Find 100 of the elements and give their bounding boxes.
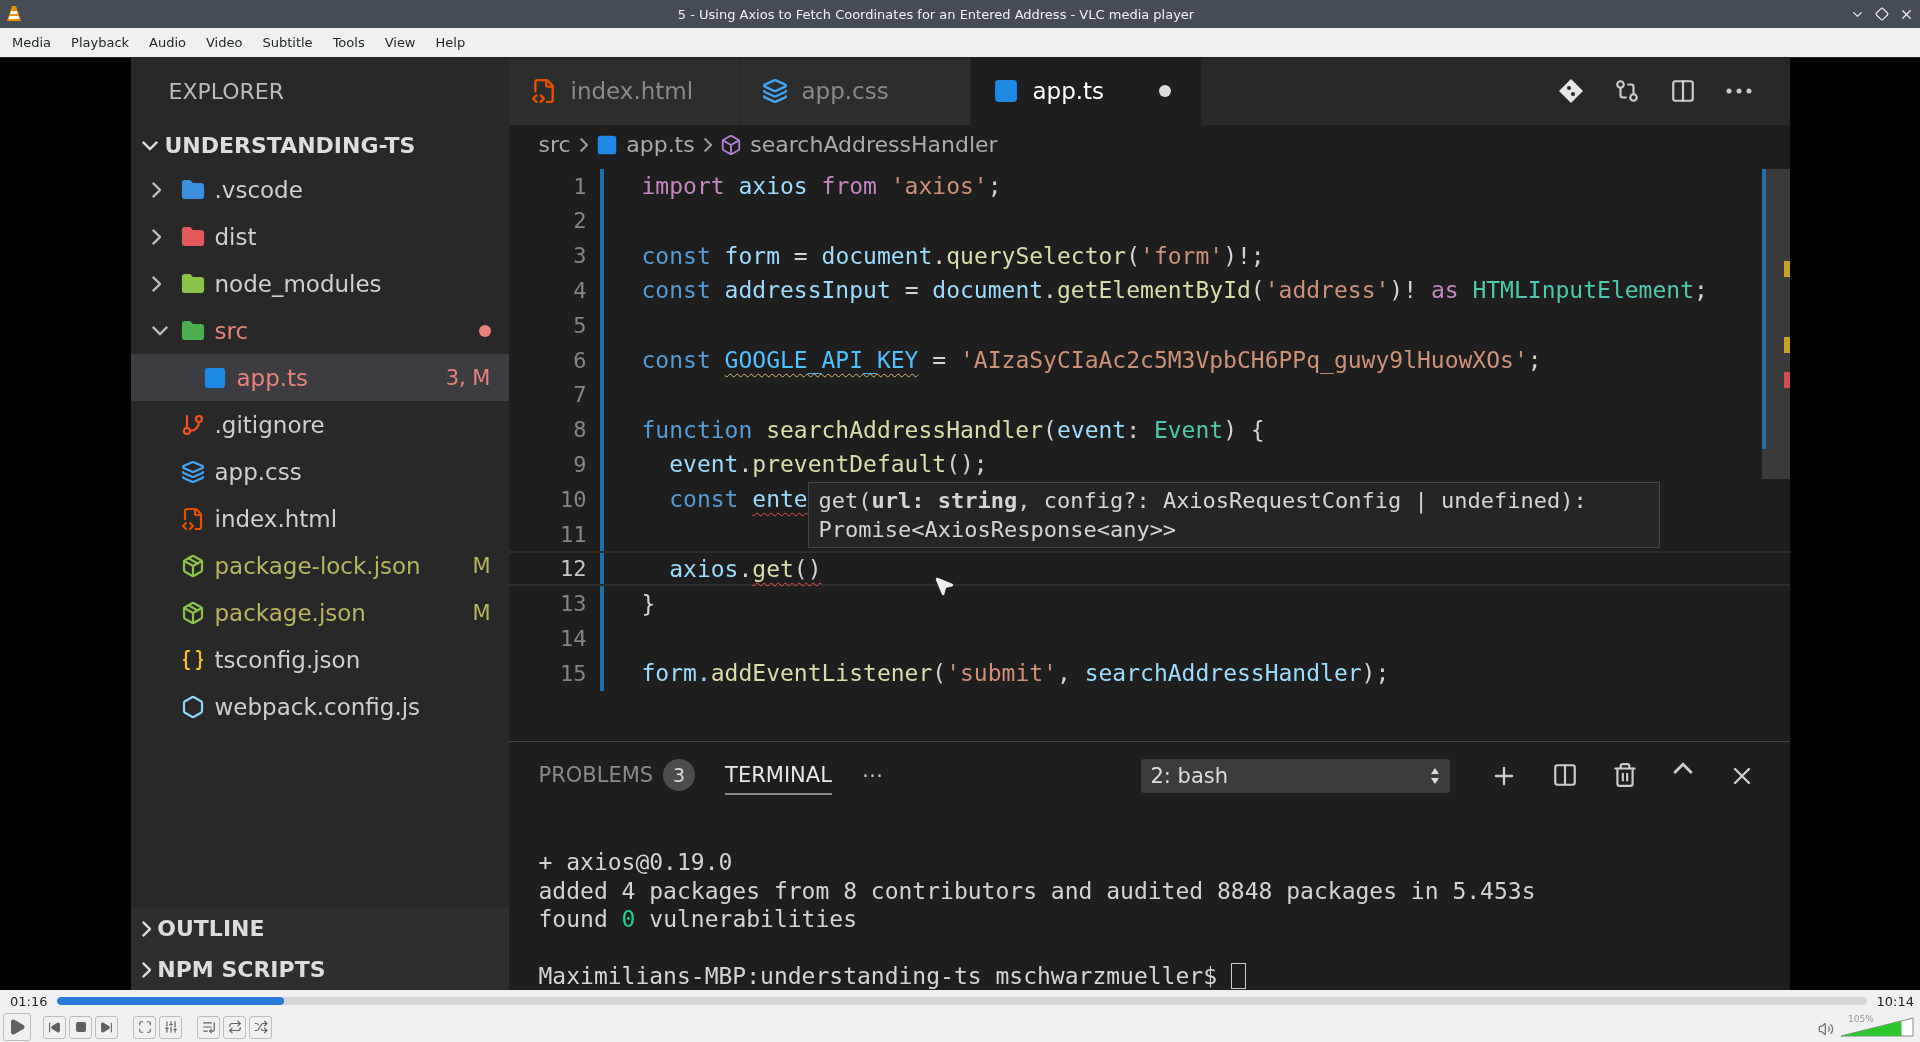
- breadcrumb-item[interactable]: searchAddressHandler: [750, 132, 998, 158]
- tree-item[interactable]: package-lock.json M: [130, 542, 509, 589]
- line-number: 9: [572, 451, 587, 477]
- editor-tab[interactable]: app.ts: [970, 58, 1202, 125]
- line-number: 8: [572, 417, 587, 443]
- chevron-right-icon: [150, 274, 162, 293]
- more-tabs[interactable]: ···: [861, 763, 883, 789]
- status-label: M: [472, 600, 491, 625]
- menu-item[interactable]: Help: [425, 28, 476, 57]
- branch-icon: [180, 412, 205, 437]
- file-code-icon: [180, 506, 205, 531]
- more-icon[interactable]: [1725, 88, 1752, 95]
- tree-item[interactable]: dist: [130, 213, 509, 260]
- settings-button[interactable]: [159, 1015, 182, 1039]
- package-icon: [180, 553, 205, 578]
- package-icon: [180, 600, 205, 625]
- explorer-title: EXPLORER: [167, 78, 285, 106]
- stop-button[interactable]: [69, 1015, 92, 1039]
- scrollbar[interactable]: [1761, 168, 1790, 479]
- editor-tab[interactable]: index.html: [508, 58, 740, 125]
- folder-icon: [180, 177, 205, 202]
- terminal-line: + axios@0.19.0: [538, 849, 733, 876]
- breadcrumb-item[interactable]: src: [538, 132, 571, 158]
- menu-item[interactable]: Media: [2, 28, 62, 57]
- line-number: 3: [572, 243, 587, 269]
- line-number: 13: [559, 591, 587, 617]
- menu-item[interactable]: Tools: [322, 28, 375, 57]
- tree-item[interactable]: index.html: [130, 495, 509, 542]
- seek-slider[interactable]: [57, 997, 1867, 1005]
- playlist-icon: [201, 1020, 216, 1034]
- panel-tab[interactable]: TERMINAL: [725, 757, 832, 795]
- terminal-line: found 0 vulnerabilities: [538, 906, 857, 933]
- menu-item[interactable]: Audio: [139, 28, 196, 57]
- terminal-prompt: Maximilians-MBP:understanding-ts mschwarzmueller$: [538, 962, 1217, 989]
- tree-item[interactable]: app.css: [130, 448, 509, 495]
- terminal-select[interactable]: 2: bash: [1140, 759, 1450, 793]
- line-number: 1: [572, 173, 587, 199]
- breadcrumb-item[interactable]: app.ts: [626, 132, 695, 158]
- line-number: 10: [559, 486, 587, 512]
- chevron-right-icon: [702, 136, 713, 153]
- count-badge: 3: [663, 759, 696, 791]
- previous-button[interactable]: [43, 1015, 66, 1039]
- chevron-right-icon: [578, 136, 589, 153]
- tree-item[interactable]: src: [130, 307, 509, 354]
- split-icon[interactable]: [1551, 762, 1578, 788]
- next-button[interactable]: [95, 1015, 118, 1039]
- volume-slider[interactable]: [1840, 1017, 1914, 1037]
- tree-item[interactable]: webpack.config.js: [130, 683, 509, 730]
- project-header[interactable]: UNDERSTANDING-TS: [130, 125, 509, 166]
- chevron-right-icon: [150, 180, 162, 199]
- window-title: 5 - Using Axios to Fetch Coordinates for an Entered Address - VLC media player: [676, 6, 1196, 22]
- loop-button[interactable]: [223, 1015, 246, 1039]
- section-title: NPM SCRIPTS: [157, 957, 326, 982]
- code-line: const GOOGLE_API_KEY = 'AIzaSyCIaAc2c5M3VpbCH6PPq_guwy9lHuowXOs';: [641, 347, 1542, 374]
- line-number: 15: [559, 660, 587, 686]
- layers-icon: [180, 459, 205, 484]
- loop-icon: [227, 1020, 242, 1034]
- line-number: 12: [559, 556, 587, 582]
- tree-item[interactable]: .gitignore: [130, 401, 509, 448]
- chevron-up-icon[interactable]: [1671, 762, 1694, 776]
- tab-label: app.ts: [1032, 78, 1106, 105]
- menu-item[interactable]: Subtitle: [252, 28, 323, 57]
- status-label: M: [472, 553, 491, 578]
- panel-tab[interactable]: PROBLEMS 3: [538, 753, 696, 799]
- menu-item[interactable]: Playback: [61, 28, 140, 57]
- file-code-icon: [530, 78, 557, 105]
- playlist-button[interactable]: [197, 1015, 220, 1039]
- next-icon: [100, 1020, 113, 1034]
- folder-icon: [180, 271, 205, 296]
- shuffle-button[interactable]: [249, 1015, 272, 1039]
- play-button[interactable]: [3, 1013, 31, 1041]
- chevron-down-icon: [140, 140, 159, 151]
- split-editor-icon[interactable]: [1669, 78, 1696, 105]
- project-name: UNDERSTANDING-TS: [164, 133, 416, 158]
- trash-icon[interactable]: [1611, 762, 1638, 788]
- chevron-right-icon: [140, 919, 152, 938]
- tree-item[interactable]: tsconfig.json: [130, 636, 509, 683]
- menu-item[interactable]: View: [374, 28, 426, 57]
- code-line: form.addEventListener('submit', searchAddressHandler);: [641, 660, 1390, 687]
- source-control-icon[interactable]: [1557, 78, 1584, 105]
- code-line: const form = document.querySelector('form')!;: [641, 242, 1265, 269]
- maximize-icon[interactable]: [1875, 7, 1889, 21]
- tree-item[interactable]: package.json M: [130, 589, 509, 636]
- tree-item[interactable]: app.ts 3, M: [130, 354, 509, 401]
- braces-icon: [180, 647, 205, 672]
- line-number: 4: [572, 277, 587, 303]
- tab-label: app.css: [801, 78, 890, 105]
- tree-item[interactable]: .vscode: [130, 166, 509, 213]
- tree-item[interactable]: node_modules: [130, 260, 509, 307]
- fullscreen-button[interactable]: [133, 1015, 156, 1039]
- editor-tab[interactable]: app.css: [739, 58, 971, 125]
- menu-item[interactable]: Video: [196, 28, 253, 57]
- chevron-right-icon: [150, 227, 162, 246]
- line-number: 6: [572, 347, 587, 373]
- sliders-icon: [163, 1020, 178, 1034]
- tab-label: index.html: [570, 78, 695, 105]
- line-number: 7: [572, 382, 587, 408]
- compare-icon[interactable]: [1613, 78, 1640, 105]
- hexagon-icon: [180, 694, 205, 719]
- speaker-icon[interactable]: [1818, 1021, 1834, 1037]
